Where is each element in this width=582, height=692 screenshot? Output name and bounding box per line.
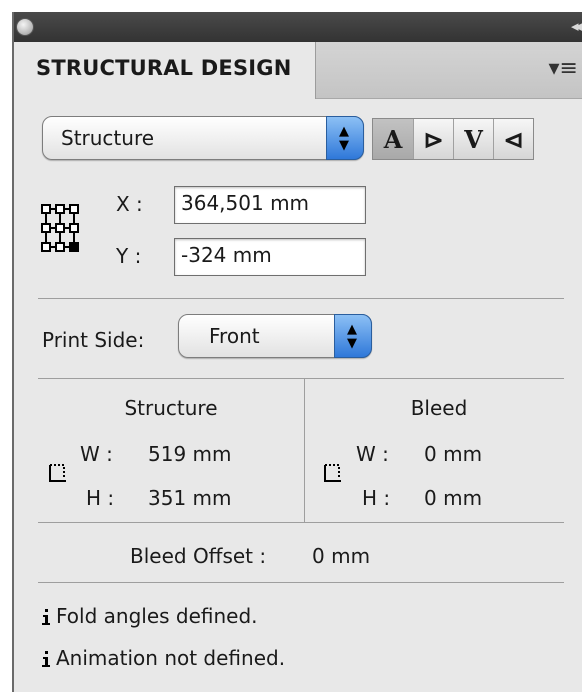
divider bbox=[38, 582, 564, 583]
x-field[interactable]: 364,501 mm bbox=[174, 186, 366, 224]
bleed-heading: Bleed bbox=[410, 396, 468, 420]
bleed-offset-label: Bleed Offset : bbox=[130, 544, 267, 568]
y-field[interactable]: -324 mm bbox=[174, 238, 366, 276]
reference-point-grid-icon[interactable] bbox=[40, 202, 80, 260]
structure-dimension-icon bbox=[49, 464, 66, 482]
divider bbox=[38, 522, 564, 523]
structure-select-value: Structure bbox=[61, 126, 155, 150]
structure-w-value: 519 mm bbox=[148, 442, 232, 466]
print-side-select[interactable]: Front ▲ ▼ bbox=[178, 314, 372, 358]
structural-design-panel: ◂◂ STRUCTURAL DESIGN ▾≡ Structure ▲ ▼ A ⊳… bbox=[12, 12, 582, 692]
align-down-button[interactable]: V bbox=[453, 119, 493, 159]
align-right-button[interactable]: ⊳ bbox=[413, 119, 453, 159]
y-field-value: -324 mm bbox=[181, 243, 272, 267]
print-side-value: Front bbox=[209, 324, 260, 348]
tab-structural-design[interactable]: STRUCTURAL DESIGN bbox=[14, 42, 316, 99]
bleed-w-label: W : bbox=[356, 442, 389, 466]
bleed-dimension-icon bbox=[324, 464, 341, 482]
divider bbox=[38, 298, 564, 299]
select-arrows-icon: ▲ ▼ bbox=[334, 314, 372, 358]
select-arrows-icon: ▲ ▼ bbox=[326, 116, 364, 160]
column-divider bbox=[304, 378, 305, 522]
structure-h-value: 351 mm bbox=[148, 486, 232, 510]
panel-menu-icon[interactable]: ▾≡ bbox=[549, 56, 578, 81]
print-side-label: Print Side: bbox=[42, 328, 145, 352]
structure-heading: Structure bbox=[124, 396, 218, 420]
x-label: X : bbox=[116, 192, 143, 216]
bleed-h-label: H : bbox=[362, 486, 391, 510]
info-icon bbox=[42, 609, 50, 625]
structure-w-label: W : bbox=[80, 442, 113, 466]
tab-label: STRUCTURAL DESIGN bbox=[36, 56, 292, 80]
bleed-h-value: 0 mm bbox=[424, 486, 483, 510]
status-fold-angles: Fold angles defined. bbox=[56, 604, 258, 628]
align-left-button[interactable]: ⊲ bbox=[493, 119, 533, 159]
tab-strip: STRUCTURAL DESIGN ▾≡ bbox=[14, 42, 582, 99]
status-animation: Animation not defined. bbox=[56, 646, 286, 670]
y-label: Y : bbox=[116, 244, 142, 268]
bleed-offset-value: 0 mm bbox=[312, 544, 371, 568]
divider bbox=[38, 378, 564, 379]
align-up-button[interactable]: A bbox=[373, 119, 413, 159]
alignment-button-group: A ⊳ V ⊲ bbox=[372, 118, 534, 160]
close-icon[interactable] bbox=[16, 18, 34, 36]
structure-select[interactable]: Structure ▲ ▼ bbox=[42, 116, 364, 160]
collapse-panel-icon[interactable]: ◂◂ bbox=[571, 17, 582, 35]
panel-titlebar: ◂◂ bbox=[14, 12, 582, 42]
structure-h-label: H : bbox=[86, 486, 115, 510]
bleed-w-value: 0 mm bbox=[424, 442, 483, 466]
info-icon bbox=[42, 651, 50, 667]
x-field-value: 364,501 mm bbox=[181, 191, 310, 215]
